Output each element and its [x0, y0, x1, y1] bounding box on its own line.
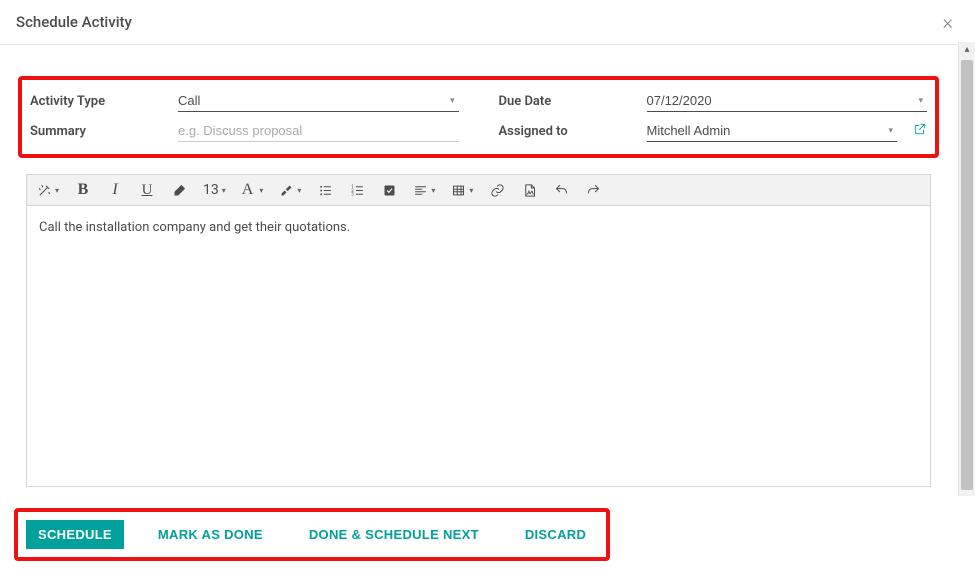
rich-text-editor: ▾ B I U 13 ▾ A▾ ▾ 123	[26, 174, 931, 487]
magic-wand-icon[interactable]: ▾	[37, 183, 59, 198]
font-family-button[interactable]: A▾	[242, 181, 264, 199]
link-button[interactable]	[489, 183, 505, 198]
discard-button[interactable]: DISCARD	[513, 520, 598, 549]
close-button[interactable]: ×	[937, 10, 959, 34]
undo-button[interactable]	[553, 183, 569, 198]
ordered-list-button[interactable]: 123	[349, 183, 365, 198]
font-size-value: 13	[203, 182, 219, 198]
modal-title: Schedule Activity	[16, 13, 132, 31]
due-date-label: Due Date	[499, 94, 639, 109]
svg-text:3: 3	[351, 192, 354, 197]
external-link-icon[interactable]	[913, 122, 927, 140]
scroll-up-icon[interactable]: ▴	[959, 42, 975, 58]
assigned-to-input[interactable]	[647, 120, 885, 141]
dropdown-caret-icon[interactable]: ▾	[914, 96, 927, 106]
modal-footer: SCHEDULE MARK AS DONE DONE & SCHEDULE NE…	[0, 496, 975, 581]
image-button[interactable]	[521, 183, 537, 198]
font-size-select[interactable]: 13 ▾	[203, 182, 226, 198]
highlight-button[interactable]: ▾	[279, 183, 301, 198]
dropdown-caret-icon[interactable]: ▾	[446, 96, 459, 106]
editor-content[interactable]: Call the installation company and get th…	[27, 206, 930, 486]
assigned-to-label: Assigned to	[499, 124, 639, 139]
checklist-button[interactable]	[381, 183, 397, 198]
due-date-field: Due Date ▾	[499, 90, 928, 112]
modal-header: Schedule Activity ×	[0, 0, 975, 45]
italic-button[interactable]: I	[107, 181, 123, 199]
summary-field: Summary	[30, 120, 459, 142]
assigned-to-field: Assigned to ▾	[499, 120, 928, 142]
underline-button[interactable]: U	[139, 182, 155, 199]
summary-label: Summary	[30, 124, 170, 139]
redo-button[interactable]	[585, 183, 601, 198]
table-button[interactable]: ▾	[451, 183, 473, 198]
dropdown-caret-icon[interactable]: ▾	[884, 126, 897, 136]
eraser-icon[interactable]	[171, 183, 187, 198]
done-schedule-next-button[interactable]: DONE & SCHEDULE NEXT	[297, 520, 491, 549]
unordered-list-button[interactable]	[317, 183, 333, 198]
modal-body: Activity Type ▾ Summary Due Date	[0, 42, 957, 505]
align-button[interactable]: ▾	[413, 183, 435, 198]
footer-highlight: SCHEDULE MARK AS DONE DONE & SCHEDULE NE…	[14, 508, 610, 561]
bold-button[interactable]: B	[75, 181, 91, 199]
schedule-button[interactable]: SCHEDULE	[26, 520, 124, 549]
scroll-thumb[interactable]	[961, 60, 973, 490]
activity-type-field: Activity Type ▾	[30, 90, 459, 112]
form-section-highlight: Activity Type ▾ Summary Due Date	[18, 76, 939, 158]
editor-toolbar: ▾ B I U 13 ▾ A▾ ▾ 123	[27, 175, 930, 206]
activity-type-input[interactable]	[178, 90, 446, 111]
activity-type-label: Activity Type	[30, 94, 170, 109]
mark-as-done-button[interactable]: MARK AS DONE	[146, 520, 275, 549]
due-date-input[interactable]	[647, 90, 915, 111]
summary-input[interactable]	[178, 120, 459, 141]
